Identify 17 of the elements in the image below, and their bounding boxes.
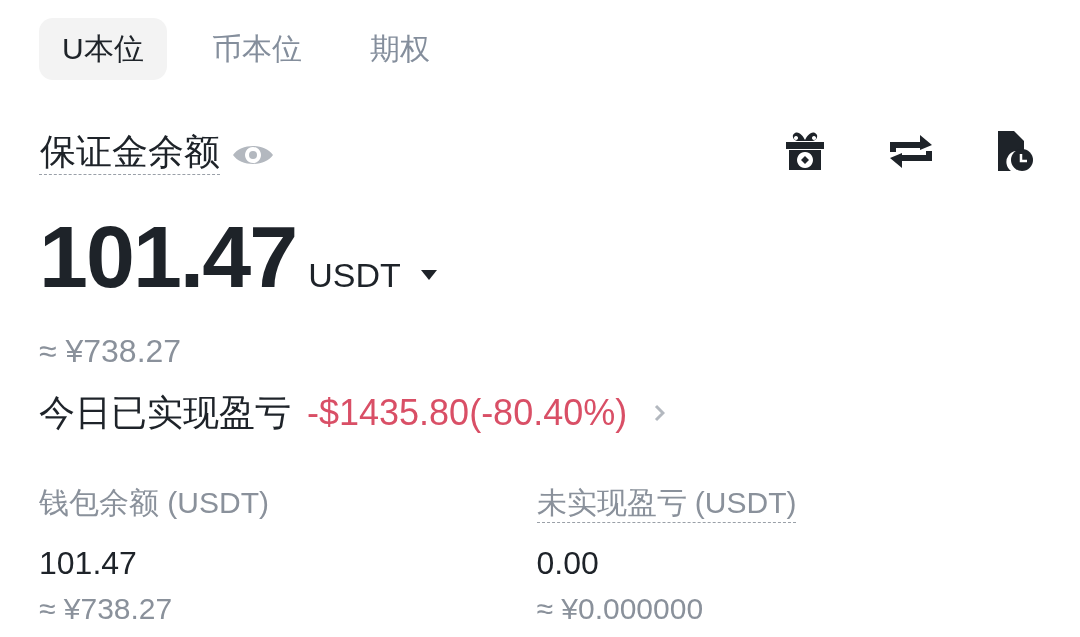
gift-icon[interactable] bbox=[786, 132, 824, 170]
pnl-value: -$1435.80(-80.40%) bbox=[307, 391, 628, 435]
stat-approx-value: ≈ ¥738.27 bbox=[39, 591, 173, 627]
swap-icon[interactable] bbox=[890, 134, 932, 168]
margin-balance-label: 保证金余额 bbox=[39, 130, 220, 175]
balance-amount: 101.47 bbox=[39, 213, 297, 301]
stat-approx-value: ≈ ¥0.000000 bbox=[536, 591, 704, 627]
pnl-label: 今日已实现盈亏 bbox=[39, 391, 291, 435]
caret-icon bbox=[420, 270, 437, 280]
stat-value: 0.00 bbox=[536, 544, 599, 583]
stat-label: 钱包余额 (USDT) bbox=[39, 485, 269, 521]
currency-dropdown[interactable]: USDT bbox=[308, 258, 437, 292]
tab[interactable]: U本位 bbox=[39, 18, 167, 80]
stat-value: 101.47 bbox=[39, 544, 137, 583]
document-clock-icon[interactable] bbox=[998, 131, 1034, 171]
approx-value: ≈ ¥738.27 bbox=[39, 333, 182, 369]
stat-label: 未实现盈亏 (USDT) bbox=[536, 484, 797, 523]
